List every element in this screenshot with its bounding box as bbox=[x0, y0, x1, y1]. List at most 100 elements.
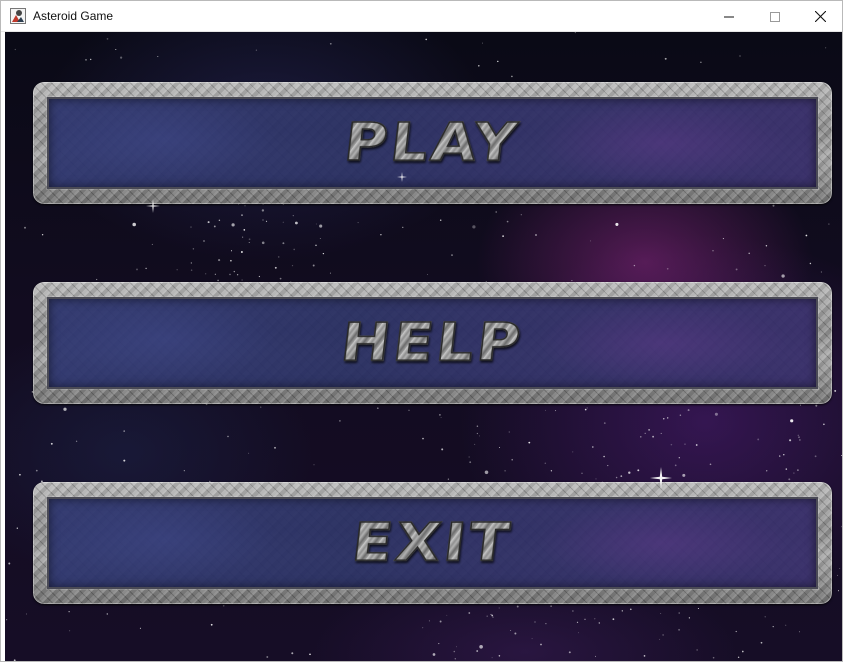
star bbox=[674, 464, 677, 467]
star bbox=[41, 234, 44, 236]
star bbox=[841, 455, 842, 456]
star bbox=[603, 422, 606, 424]
star bbox=[262, 219, 264, 221]
star bbox=[446, 614, 448, 616]
star bbox=[839, 568, 841, 569]
star bbox=[612, 618, 615, 621]
star bbox=[772, 204, 775, 207]
minimize-icon bbox=[724, 16, 734, 17]
star bbox=[319, 238, 321, 240]
star bbox=[595, 478, 597, 480]
play-button[interactable]: PLAY bbox=[33, 82, 832, 204]
star bbox=[240, 251, 243, 253]
star bbox=[695, 444, 698, 446]
star bbox=[574, 32, 576, 34]
star bbox=[136, 268, 138, 271]
exit-button-panel[interactable]: EXIT bbox=[47, 497, 818, 589]
star bbox=[279, 277, 282, 280]
star bbox=[799, 404, 802, 406]
star bbox=[50, 442, 53, 445]
help-button-panel[interactable]: HELP bbox=[47, 297, 818, 389]
star bbox=[243, 229, 246, 231]
star bbox=[652, 435, 654, 438]
star bbox=[106, 38, 109, 40]
star bbox=[815, 404, 818, 407]
star bbox=[799, 439, 801, 441]
title-bar[interactable]: Asteroid Game bbox=[1, 1, 842, 32]
star bbox=[511, 75, 513, 78]
star bbox=[439, 414, 441, 416]
star bbox=[481, 42, 483, 44]
star bbox=[207, 221, 210, 224]
star bbox=[700, 61, 702, 63]
star bbox=[75, 440, 78, 442]
exit-button[interactable]: EXIT bbox=[33, 482, 832, 604]
star bbox=[766, 470, 768, 472]
star bbox=[425, 38, 428, 41]
star bbox=[739, 55, 741, 57]
star bbox=[472, 225, 476, 229]
star bbox=[244, 205, 246, 207]
star bbox=[218, 259, 221, 262]
star bbox=[664, 57, 667, 60]
game-canvas[interactable]: PLAY HELP EXIT bbox=[5, 32, 842, 661]
star bbox=[90, 58, 92, 61]
help-button[interactable]: HELP bbox=[33, 282, 832, 404]
star bbox=[836, 574, 839, 576]
star bbox=[309, 653, 311, 656]
star bbox=[123, 459, 126, 462]
star bbox=[210, 623, 213, 626]
star bbox=[291, 264, 294, 267]
star bbox=[834, 389, 837, 392]
minimize-button[interactable] bbox=[706, 1, 752, 32]
star bbox=[678, 628, 681, 631]
app-window: Asteroid Game PLAY HELP EXIT bbox=[0, 0, 843, 662]
star bbox=[339, 420, 341, 422]
star bbox=[230, 250, 233, 252]
star bbox=[589, 240, 592, 242]
star bbox=[663, 418, 665, 420]
star bbox=[468, 456, 470, 458]
star bbox=[499, 447, 500, 448]
star bbox=[506, 220, 509, 223]
star bbox=[544, 409, 546, 411]
star bbox=[422, 437, 424, 440]
star bbox=[486, 615, 488, 617]
star bbox=[151, 243, 153, 245]
star bbox=[670, 443, 673, 446]
star bbox=[793, 472, 795, 474]
star bbox=[514, 632, 517, 635]
star bbox=[214, 273, 216, 275]
maximize-button[interactable] bbox=[752, 1, 798, 32]
star bbox=[69, 630, 71, 632]
star bbox=[497, 60, 499, 63]
star bbox=[495, 211, 498, 213]
star bbox=[357, 222, 359, 224]
star bbox=[637, 469, 640, 472]
star bbox=[63, 407, 67, 411]
star bbox=[490, 613, 492, 615]
star bbox=[440, 417, 442, 419]
star bbox=[586, 407, 588, 409]
star bbox=[85, 59, 87, 61]
star bbox=[422, 627, 424, 629]
star bbox=[329, 272, 331, 274]
star bbox=[805, 234, 808, 237]
star bbox=[380, 234, 382, 236]
star bbox=[648, 429, 650, 431]
star bbox=[241, 214, 243, 216]
star bbox=[555, 410, 557, 412]
star bbox=[785, 468, 788, 470]
star bbox=[439, 219, 442, 222]
play-button-panel[interactable]: PLAY bbox=[47, 97, 818, 189]
star bbox=[764, 616, 766, 618]
star bbox=[313, 464, 315, 466]
star bbox=[13, 659, 16, 661]
star bbox=[640, 436, 642, 438]
star bbox=[572, 451, 574, 453]
star bbox=[633, 264, 636, 267]
star bbox=[591, 446, 594, 448]
star bbox=[282, 221, 284, 223]
close-button[interactable] bbox=[797, 1, 842, 32]
star bbox=[295, 221, 298, 225]
